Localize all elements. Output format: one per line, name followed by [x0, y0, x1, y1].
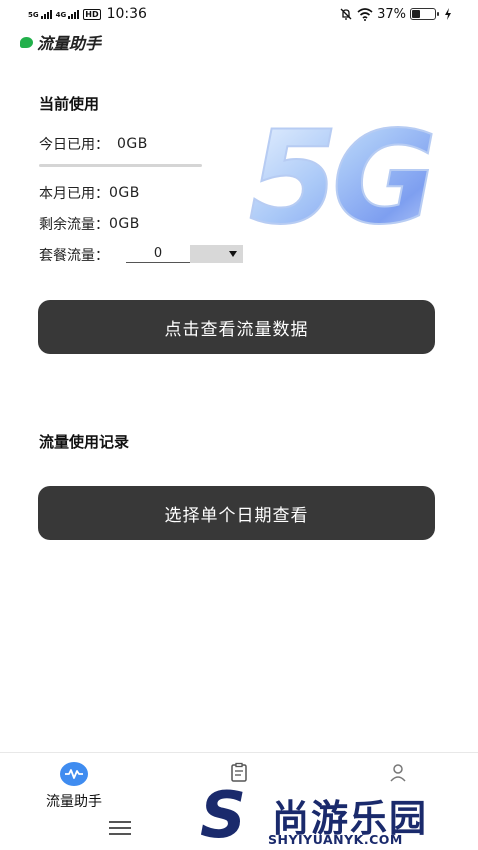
bottom-nav-divider — [0, 752, 478, 753]
package-row: 套餐流量： — [39, 245, 109, 265]
today-usage-value: 0GB — [117, 136, 148, 152]
status-time: 10:36 — [106, 6, 147, 22]
remaining-value: 0GB — [109, 216, 140, 232]
nav-label-traffic-helper[interactable]: 流量助手 — [46, 791, 102, 811]
hd-badge: HD — [83, 8, 101, 20]
battery-level — [412, 10, 421, 18]
sim2-label: 4G — [55, 10, 67, 19]
chat-logo-icon — [20, 36, 33, 48]
menu-icon[interactable] — [109, 821, 131, 835]
today-usage-label: 今日已用： — [39, 137, 109, 153]
today-usage-row: 今日已用： 0GB — [39, 134, 148, 154]
mute-icon — [340, 8, 352, 20]
user-icon[interactable] — [388, 762, 408, 782]
month-usage-value: 0GB — [109, 185, 140, 201]
package-dropdown[interactable]: 0 — [126, 245, 243, 263]
app-header: 流量助手 — [20, 30, 101, 54]
nav-item-traffic-helper[interactable]: 流量助手 — [46, 762, 102, 811]
package-value[interactable]: 0 — [126, 245, 190, 263]
today-usage-progress — [39, 164, 202, 167]
select-date-button[interactable]: 选择单个日期查看 — [38, 486, 435, 540]
nav-item-profile[interactable] — [388, 762, 408, 782]
charging-icon — [445, 8, 451, 20]
month-usage-label: 本月已用： — [39, 186, 109, 202]
status-left: 5G 4G HD 10:36 — [28, 6, 147, 22]
month-usage-row: 本月已用： 0GB — [39, 183, 140, 203]
sim1-signal-icon: 5G — [28, 9, 52, 19]
watermark-s-logo-icon: S — [200, 779, 247, 850]
sim2-signal-icon: 4G — [55, 9, 80, 19]
site-watermark: S 尚游乐园 SHYIYUANYK.COM — [200, 784, 478, 850]
wifi-icon — [357, 7, 373, 21]
5g-graphic-text: 5G — [249, 110, 432, 240]
pulse-icon[interactable] — [60, 762, 88, 786]
watermark-brand-en: SHYIYUANYK.COM — [268, 832, 403, 847]
history-title: 流量使用记录 — [39, 433, 130, 451]
remaining-row: 剩余流量： 0GB — [39, 214, 140, 234]
current-usage-title: 当前使用 — [39, 95, 100, 113]
sim1-label: 5G — [28, 10, 39, 19]
status-bar: 5G 4G HD 10:36 37% — [0, 0, 478, 28]
battery-icon — [410, 8, 439, 20]
dropdown-arrow-icon[interactable] — [190, 245, 243, 263]
status-right: 37% — [339, 7, 452, 22]
app-title: 流量助手 — [37, 34, 102, 53]
remaining-label: 剩余流量： — [39, 217, 109, 233]
battery-percent: 37% — [377, 6, 406, 22]
5g-graphic: 5G — [248, 110, 439, 240]
view-data-button[interactable]: 点击查看流量数据 — [38, 300, 435, 354]
package-label: 套餐流量： — [39, 248, 109, 264]
